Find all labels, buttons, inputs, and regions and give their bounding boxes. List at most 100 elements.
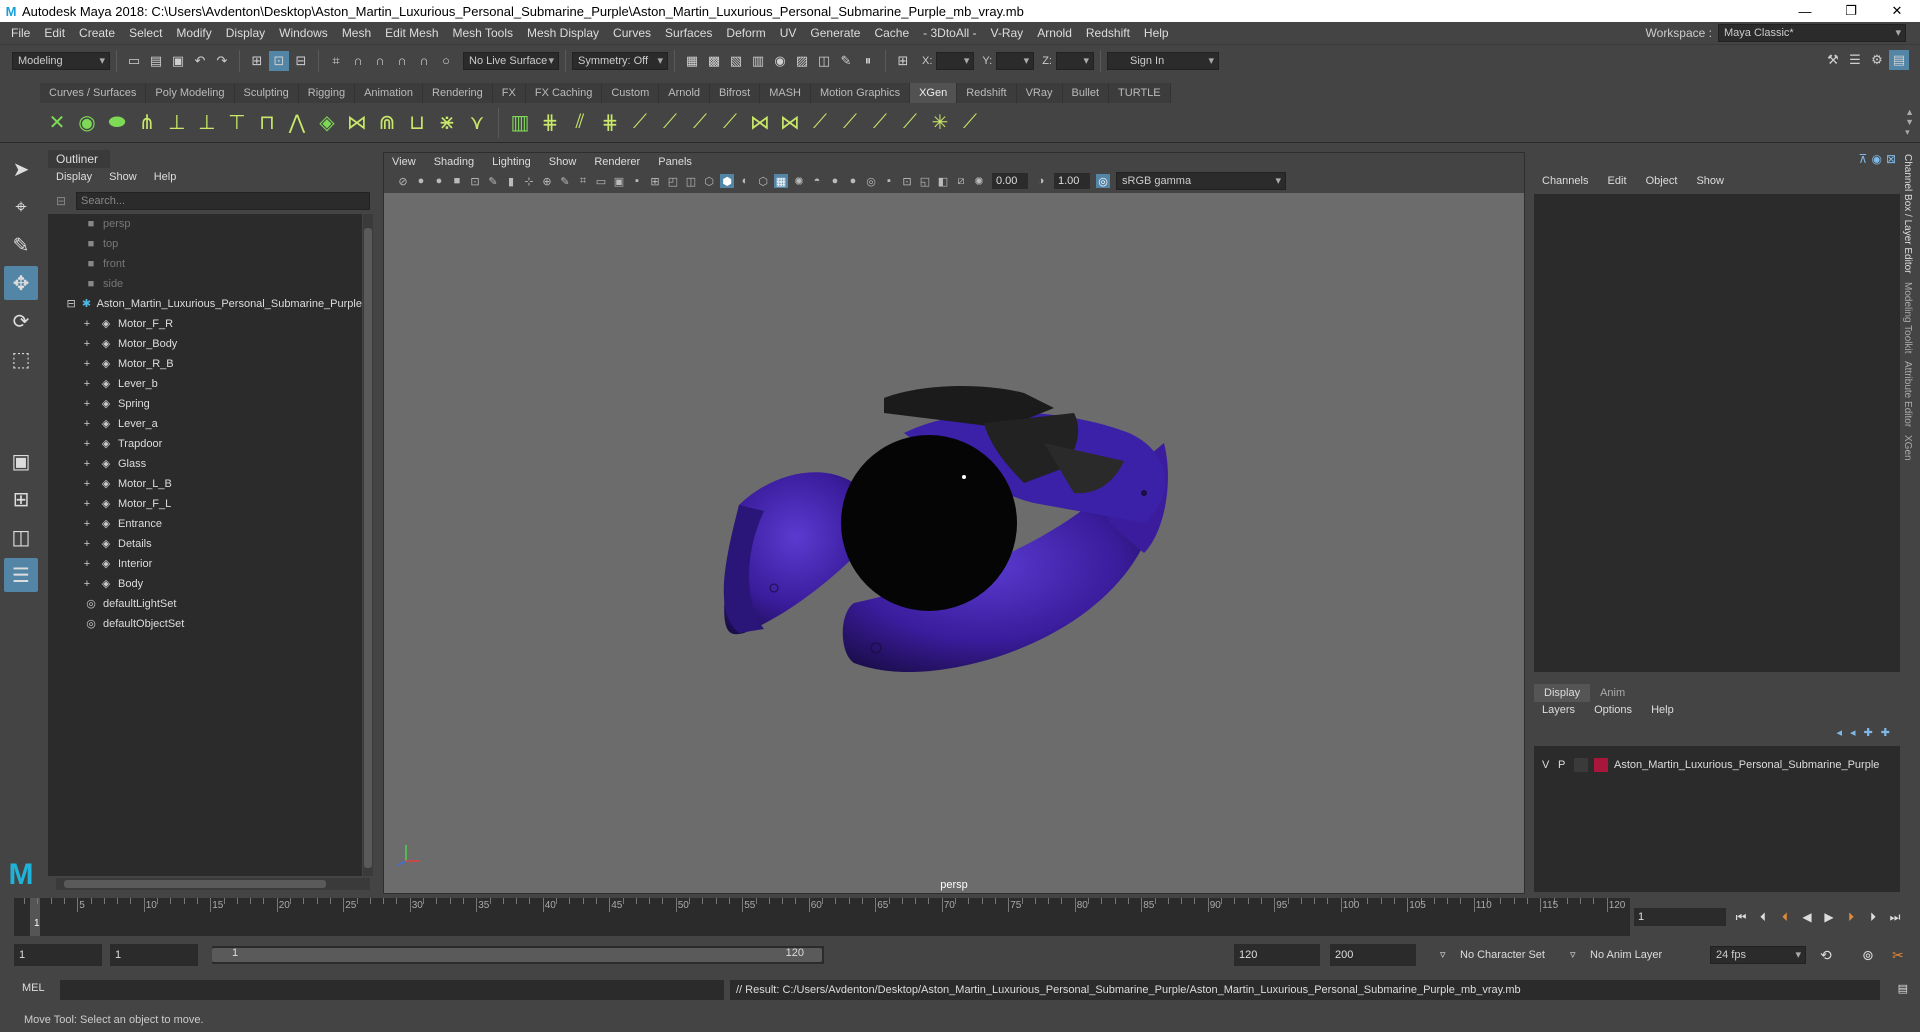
single-view-icon[interactable]: ▣ (4, 444, 38, 478)
list-item[interactable]: + ◈ Body (48, 574, 362, 594)
side-tab-modeling-toolkit[interactable]: Modeling Toolkit (1902, 278, 1913, 358)
expand-icon[interactable]: + (80, 477, 94, 491)
select-hierarchy-icon[interactable]: ⊞ (247, 51, 267, 71)
x-field[interactable] (936, 51, 975, 70)
select-tool-icon[interactable]: ➤ (4, 152, 38, 186)
select-component-icon[interactable]: ⊟ (291, 51, 311, 71)
channels-menu[interactable]: Channels (1542, 175, 1588, 187)
list-item[interactable]: + ◈ Interior (48, 554, 362, 574)
anim-layer-icon[interactable]: ▿ (1570, 944, 1576, 966)
xgen-stack-icon[interactable]: ◈ (312, 108, 342, 138)
shelf-tab-xgen[interactable]: XGen (910, 83, 958, 103)
symmetry-dropdown[interactable]: Symmetry: Off (572, 51, 668, 70)
ambient-occlusion-icon[interactable]: ◓ (810, 174, 824, 188)
wireframe-on-shaded-icon[interactable]: ◐ (738, 174, 752, 188)
xgen-smear-icon[interactable]: ⟋ (865, 108, 895, 138)
xgen-comb-icon[interactable]: ⋇ (432, 108, 462, 138)
shelf-tab-bullet[interactable]: Bullet (1062, 83, 1110, 103)
list-item[interactable]: + ◈ Motor_F_R (48, 314, 362, 334)
expand-icon[interactable]: + (80, 337, 94, 351)
new-layer-icon[interactable]: ✚ (1864, 726, 1873, 739)
menu-cache[interactable]: Cache (867, 22, 916, 44)
menu-edit[interactable]: Edit (37, 22, 72, 44)
xgen-place-guide-icon[interactable]: ⊥ (192, 108, 222, 138)
menu-mesh-display[interactable]: Mesh Display (520, 22, 606, 44)
snap-curve-icon[interactable]: ∩ (348, 51, 368, 71)
snap-point-icon[interactable]: ∩ (370, 51, 390, 71)
tab-display[interactable]: Display (1534, 684, 1591, 702)
animation-prefs-icon[interactable]: ✂ (1892, 944, 1904, 966)
xgen-width-icon[interactable]: ⟋ (625, 108, 655, 138)
layer-color-swatch[interactable] (1594, 758, 1608, 772)
outliner-layout-icon[interactable]: ☰ (4, 558, 38, 592)
film-gate-icon[interactable]: ⊕ (540, 174, 554, 188)
snap-surface-icon[interactable]: ∩ (414, 51, 434, 71)
xgen-part-icon[interactable]: ⟋ (685, 108, 715, 138)
two-d-pan-icon[interactable]: ⊡ (468, 174, 482, 188)
gate-mask-icon[interactable]: ▪ (630, 174, 644, 188)
menu-help[interactable]: Help (1137, 22, 1176, 44)
menu-display[interactable]: Display (219, 22, 272, 44)
outliner-menu-show[interactable]: Show (109, 171, 137, 183)
go-to-start-icon[interactable]: ⏮ (1730, 906, 1752, 928)
attribute-editor-icon[interactable]: ☰ (1845, 50, 1865, 70)
menu-curves[interactable]: Curves (606, 22, 658, 44)
list-item[interactable]: + ◈ Entrance (48, 514, 362, 534)
xgen-freeze-icon[interactable]: ⋈ (775, 108, 805, 138)
isolate-icon[interactable]: ◧ (936, 174, 950, 188)
playback-start-field[interactable]: 1 (110, 944, 198, 966)
list-item[interactable]: + ◈ Details (48, 534, 362, 554)
hypershade-icon[interactable]: ◉ (770, 51, 790, 71)
expand-icon[interactable]: + (80, 537, 94, 551)
animation-start-field[interactable]: 1 (14, 944, 102, 966)
outliner-menu-help[interactable]: Help (154, 171, 177, 183)
fps-dropdown[interactable]: 24 fps (1710, 946, 1806, 964)
menu-edit-mesh[interactable]: Edit Mesh (378, 22, 445, 44)
shelf-scroll-icon[interactable]: ▲ ▼ ▾ (1905, 107, 1914, 137)
xgen-twist-icon[interactable]: ⋈ (745, 108, 775, 138)
move-tool-icon[interactable]: ✥ (4, 266, 38, 300)
image-plane-icon[interactable]: ■ (450, 174, 464, 188)
xray-joints-icon[interactable]: ◎ (864, 174, 878, 188)
menu-windows[interactable]: Windows (272, 22, 335, 44)
wireframe-icon[interactable]: ⬡ (702, 174, 716, 188)
viewport-canvas[interactable] (384, 193, 1524, 893)
list-item[interactable]: + ◈ Trapdoor (48, 434, 362, 454)
color-space-dropdown[interactable]: sRGB gamma (1116, 172, 1286, 190)
viewport-menu-view[interactable]: View (392, 156, 416, 168)
expand-icon[interactable]: + (80, 317, 94, 331)
xgen-lock-guide-icon[interactable]: ⊓ (252, 108, 282, 138)
xgen-interactive-icon[interactable]: ⋈ (342, 108, 372, 138)
filter-icon[interactable]: ⊟ (56, 194, 66, 208)
outliner-search-input[interactable]: Search... (76, 192, 370, 210)
menu-uv[interactable]: UV (773, 22, 804, 44)
undo-icon[interactable]: ↶ (190, 51, 210, 71)
xgen-select-icon[interactable]: ⟋ (805, 108, 835, 138)
xgen-sculpt-icon[interactable]: ▥ (505, 108, 535, 138)
menu-file[interactable]: File (4, 22, 37, 44)
script-language-label[interactable]: MEL (22, 982, 45, 994)
current-frame-field[interactable]: 1 (1634, 908, 1726, 926)
menu-mesh-tools[interactable]: Mesh Tools (446, 22, 520, 44)
mode-dropdown[interactable]: Modeling (12, 51, 110, 70)
go-to-end-icon[interactable]: ⏭ (1884, 906, 1906, 928)
xgen-guide-icon[interactable]: ⋔ (132, 108, 162, 138)
list-item[interactable]: ◎ defaultLightSet (48, 594, 362, 614)
lasso-tool-icon[interactable]: ⌖ (4, 190, 38, 224)
grid-icon[interactable]: ⌗ (576, 174, 590, 188)
four-view-icon[interactable]: ⊞ (4, 482, 38, 516)
hud-icon[interactable]: ◱ (918, 174, 932, 188)
shelf-tab-fx[interactable]: FX (492, 83, 526, 103)
pause-icon[interactable]: ⏸ (858, 51, 878, 71)
xgen-cut-icon[interactable]: ⊔ (402, 108, 432, 138)
xgen-primitive-icon[interactable]: ◉ (72, 108, 102, 138)
shelf-tab-redshift[interactable]: Redshift (957, 83, 1017, 103)
channel-box-up-icon[interactable]: ⊼ (1859, 152, 1868, 166)
new-layer-selected-icon[interactable]: ✚ (1881, 726, 1890, 739)
expand-icon[interactable]: + (80, 577, 94, 591)
gamma-icon[interactable]: ◑ (1034, 174, 1048, 188)
backface-icon[interactable]: ▪ (882, 174, 896, 188)
shelf-tab-custom[interactable]: Custom (602, 83, 660, 103)
film-gate-toggle-icon[interactable]: ▭ (594, 174, 608, 188)
xgen-length-icon[interactable]: ⫽ (565, 108, 595, 138)
